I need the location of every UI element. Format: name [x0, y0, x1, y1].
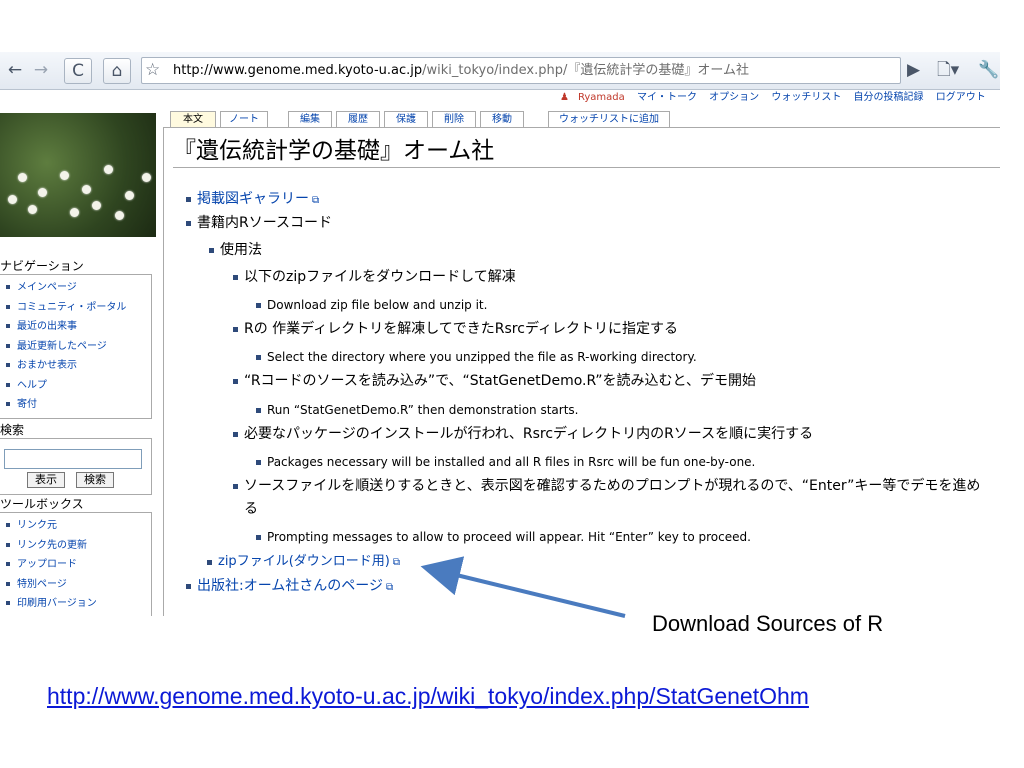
annotation-text: Download Sources of R: [652, 611, 884, 636]
arrow-line: [420, 556, 626, 618]
annotation-arrow: [420, 556, 626, 618]
bottom-url-link[interactable]: http://www.genome.med.kyoto-u.ac.jp/wiki…: [47, 681, 809, 711]
